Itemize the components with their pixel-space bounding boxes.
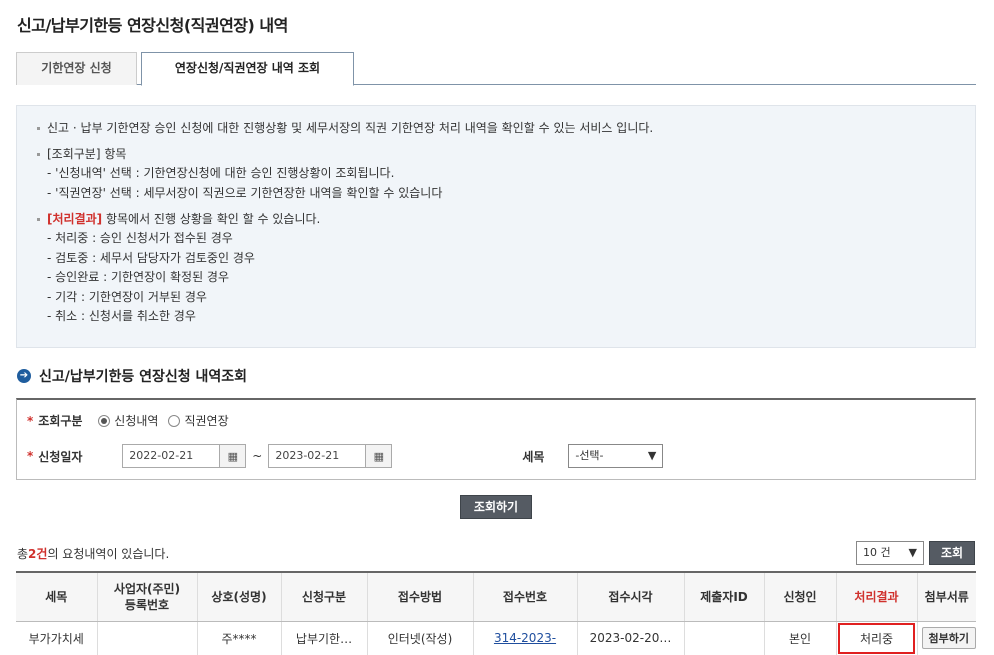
receipt-number-link[interactable]: 314-2023-: [494, 631, 556, 645]
required-mark: *: [27, 449, 34, 463]
info-intro: 신고 · 납부 기한연장 승인 신청에 대한 진행상황 및 세무서장의 직권 기…: [35, 119, 957, 138]
col-header: 첨부서류: [916, 571, 976, 622]
col-header: 신청구분: [280, 571, 367, 622]
section-title-text: 신고/납부기한등 연장신청 내역조회: [39, 369, 248, 385]
cell-result: 처리중: [835, 621, 917, 655]
type-label: 조회구분: [38, 414, 83, 428]
required-mark: *: [27, 413, 34, 428]
info-group-label: [조회구분] 항목: [35, 145, 957, 164]
table-header-row: 세목 사업자(주민) 등록번호 상호(성명) 신청구분 접수방법 접수번호 접수…: [16, 571, 976, 622]
attach-button[interactable]: 첨부하기: [921, 627, 976, 649]
date-row: * 신청일자 2022-02-21 ▦ ~ 2023-02-21 ▦ 세목 -선택-…: [27, 444, 664, 468]
info-sub-line: - '직권연장' 선택 : 세무서장이 직권으로 기한연장한 내역을 확인할 수…: [47, 185, 443, 200]
arrow-circle-icon: ➔: [17, 369, 31, 383]
history-table: 세목 사업자(주민) 등록번호 상호(성명) 신청구분 접수방법 접수번호 접수…: [16, 571, 976, 655]
table-row: 부가가치세 주**** 납부기한… 인터넷(작성) 314-2023- 2023…: [16, 621, 976, 655]
result-desc: 항목에서 진행 상황을 확인 할 수 있습니다.: [102, 212, 321, 226]
cell-submitter-id: [683, 621, 764, 655]
radio-apply-history[interactable]: [98, 414, 111, 427]
highlight-box: [837, 622, 915, 654]
tab-extension-apply[interactable]: 기한연장 신청: [16, 52, 137, 85]
result-item: - 취소 : 신청서를 취소한 경우: [47, 309, 196, 323]
info-result-heading: [처리결과] 항목에서 진행 상황을 확인 할 수 있습니다.: [35, 210, 957, 229]
result-item: - 승인완료 : 기한연장이 확정된 경우: [47, 270, 230, 284]
col-header: 접수방법: [366, 571, 473, 622]
cell-receipt-time: 2023-02-20…: [576, 621, 684, 655]
date-from-input[interactable]: 2022-02-21: [122, 444, 221, 468]
tax-select[interactable]: -선택- ▼: [568, 444, 664, 468]
page-title: 신고/납부기한등 연장신청(직권연장) 내역: [17, 16, 288, 35]
info-sub-line: - '신청내역' 선택 : 기한연장신청에 대한 승인 진행상황이 조회됩니다.: [47, 166, 395, 180]
result-item: - 기각 : 기한연장이 거부된 경우: [47, 289, 207, 304]
cell-reg-number: [96, 621, 197, 655]
count-value: 2건: [28, 547, 48, 561]
tab-history-lookup[interactable]: 연장신청/직권연장 내역 조회: [141, 52, 354, 86]
cell-attach: 첨부하기: [916, 621, 976, 655]
radio-ex-officio[interactable]: [168, 414, 181, 427]
calendar-icon[interactable]: ▦: [366, 444, 393, 468]
chevron-down-icon: ▼: [647, 449, 657, 462]
col-header: 신청인: [763, 571, 836, 622]
radio-label-ex-officio: 직권연장: [184, 414, 229, 428]
section-title: ➔ 신고/납부기한등 연장신청 내역조회: [17, 366, 247, 386]
count-prefix: 총: [17, 547, 29, 561]
result-count: 총2건의 요청내역이 있습니다.: [17, 545, 169, 562]
col-header: 제출자ID: [683, 571, 764, 622]
col-header: 접수시각: [576, 571, 684, 622]
tab-bar: 기한연장 신청 연장신청/직권연장 내역 조회: [16, 52, 976, 86]
count-suffix: 의 요청내역이 있습니다.: [47, 547, 170, 561]
cell-tax-type: 부가가치세: [16, 621, 97, 655]
col-header: 접수번호: [472, 571, 577, 622]
date-to-input[interactable]: 2023-02-21: [268, 444, 367, 468]
calendar-icon[interactable]: ▦: [220, 444, 247, 468]
search-form: * 조회구분 신청내역 직권연장 * 신청일자 2022-02-21 ▦ ~ 20…: [16, 398, 976, 480]
chevron-down-icon: ▼: [908, 546, 917, 559]
col-header: 사업자(주민) 등록번호: [96, 571, 197, 622]
tax-select-value: -선택-: [575, 449, 604, 462]
result-item: - 처리중 : 승인 신청서가 접수된 경우: [47, 231, 233, 245]
page-size-value: 10 건: [863, 546, 891, 559]
col-header: 세목: [16, 571, 97, 622]
result-item: - 검토중 : 세무서 담당자가 검토중인 경우: [47, 250, 255, 265]
result-key: [처리결과]: [47, 212, 103, 226]
cell-company: 주****: [196, 621, 281, 655]
cell-applicant: 본인: [763, 621, 836, 655]
lookup-button[interactable]: 조회: [929, 541, 975, 565]
type-row: * 조회구분 신청내역 직권연장: [27, 412, 229, 429]
cell-receipt-number: 314-2023-: [472, 621, 577, 655]
radio-label-apply: 신청내역: [114, 414, 159, 428]
page-size-select[interactable]: 10 건 ▼: [856, 541, 924, 565]
col-header-result: 처리결과: [835, 571, 917, 622]
date-label: 신청일자: [38, 449, 83, 464]
tax-label: 세목: [522, 449, 545, 464]
col-header: 상호(성명): [196, 571, 281, 622]
search-button[interactable]: 조회하기: [460, 495, 532, 519]
cell-receipt-method: 인터넷(작성): [366, 621, 473, 655]
date-separator: ~: [252, 449, 263, 463]
cell-apply-type: 납부기한…: [280, 621, 367, 655]
info-box: 신고 · 납부 기한연장 승인 신청에 대한 진행상황 및 세무서장의 직권 기…: [16, 105, 976, 348]
